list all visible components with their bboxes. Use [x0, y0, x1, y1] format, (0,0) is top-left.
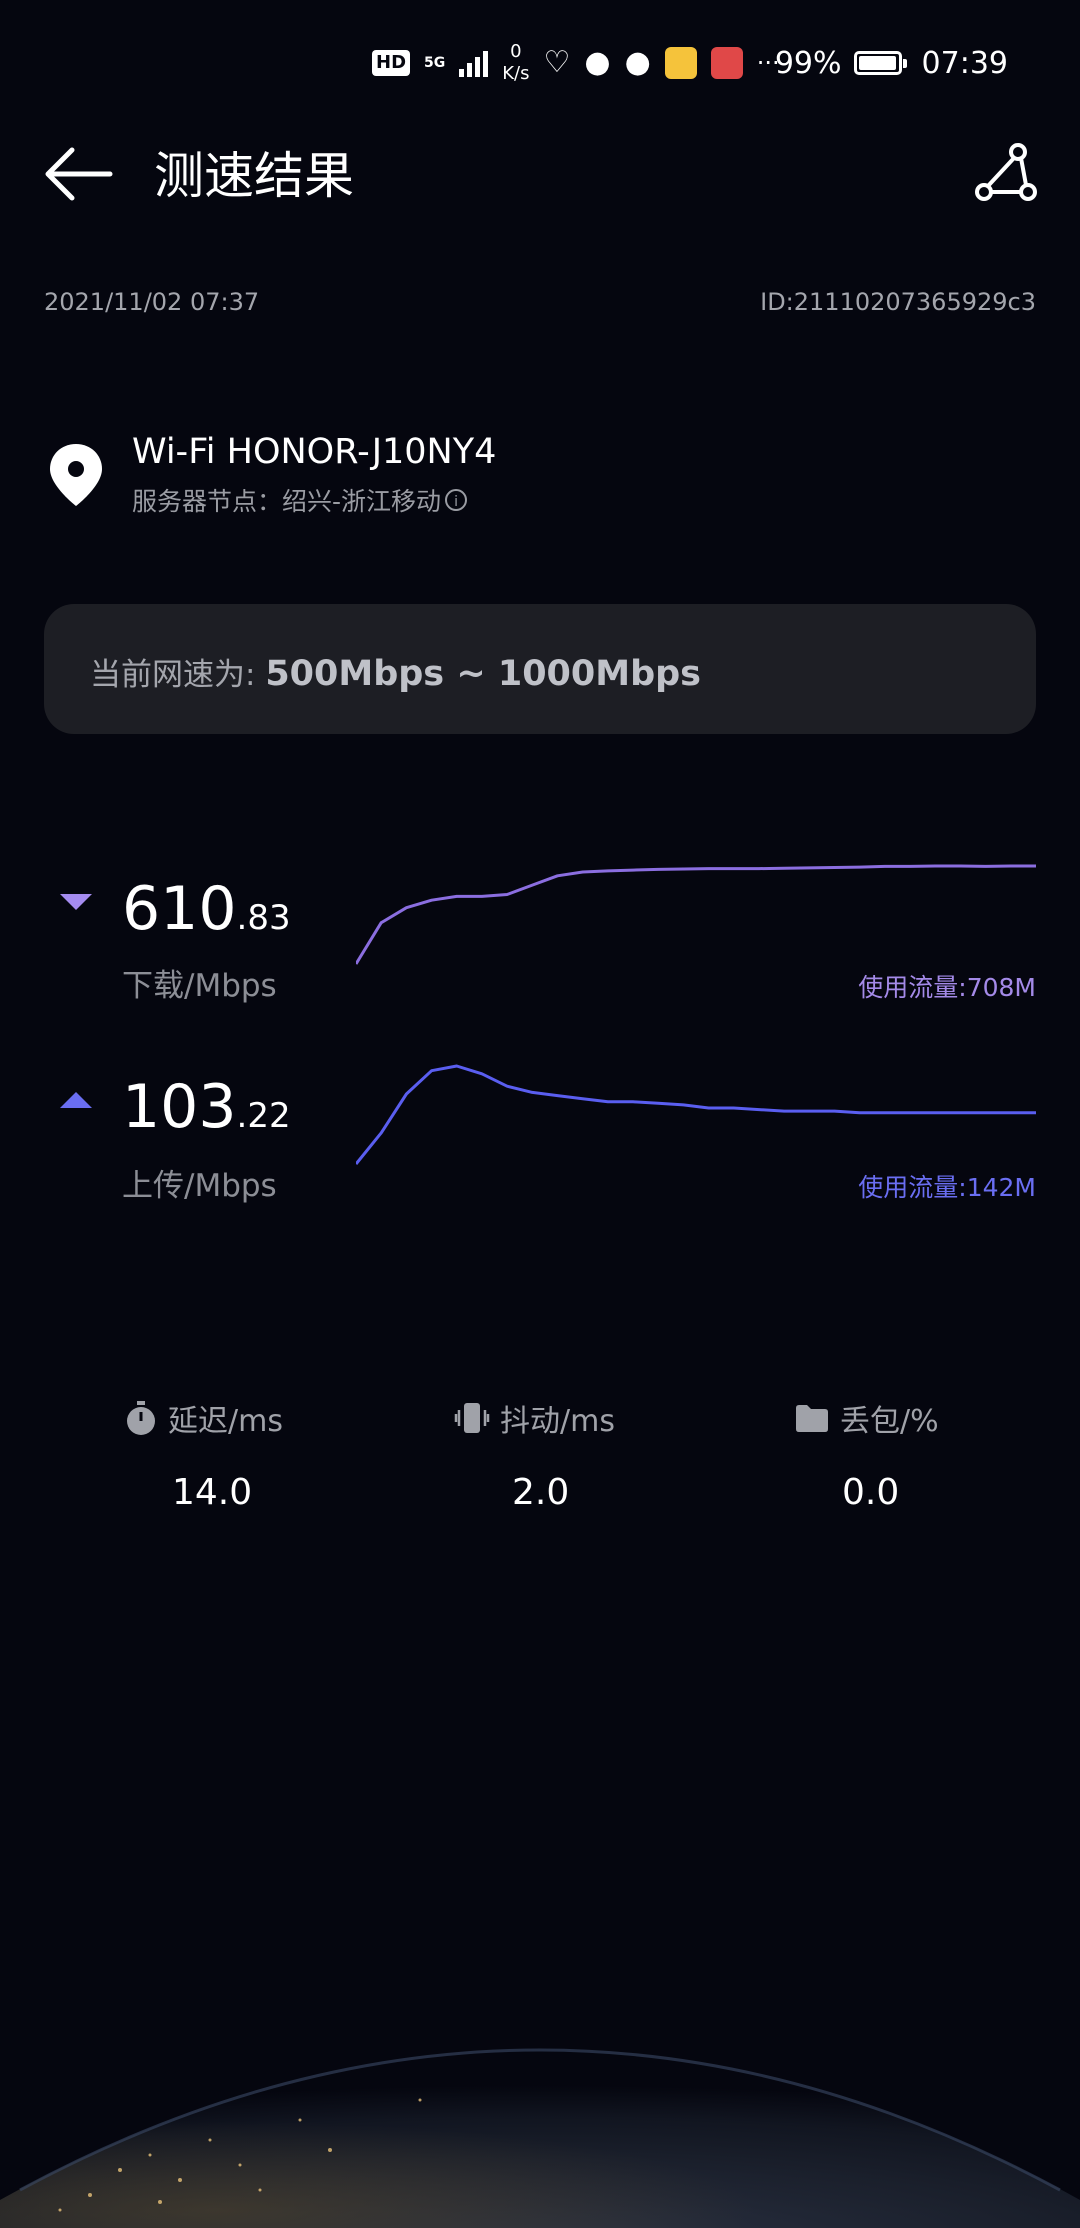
upload-speed-int: 103	[122, 1072, 237, 1142]
upload-speed: 103.22	[122, 1072, 291, 1157]
back-arrow-icon[interactable]	[44, 144, 114, 204]
signal-icon	[459, 49, 489, 77]
test-datetime: 2021/11/02 07:37	[44, 288, 260, 316]
ul-chart-line	[356, 1064, 1036, 1165]
clock: 07:39	[921, 45, 1008, 81]
download-arrow-icon	[60, 894, 92, 910]
message-icon: ●	[624, 45, 651, 80]
latency-value: 14.0	[172, 1472, 253, 1513]
net-speed-value: 0	[510, 41, 522, 62]
status-bar: HD 5G 0 K/s ♡ ● ● ··· 99% 07:39	[0, 0, 1080, 120]
net-speed-unit: K/s	[502, 63, 530, 84]
status-icons: HD 5G 0 K/s ♡ ● ● ···	[372, 40, 780, 86]
download-speed-int: 610	[122, 874, 237, 944]
stopwatch-icon	[127, 1401, 155, 1435]
jitter-value: 2.0	[512, 1472, 570, 1513]
loss-stat: 丢包/% 0.0	[794, 1396, 1080, 1513]
earth-image	[0, 2048, 1080, 2228]
loss-value: 0.0	[842, 1472, 900, 1513]
health-icon: ♡	[543, 45, 571, 80]
loss-header: 丢包/%	[794, 1396, 1080, 1440]
app-notification-icon	[710, 47, 743, 79]
upload-arrow-icon	[60, 1092, 92, 1108]
quality-stats: 延迟/ms 14.0 抖动/ms 2.0 丢包/% 0.0	[0, 1396, 1080, 1526]
server-node-text: 服务器节点：绍兴-浙江移动	[132, 487, 442, 516]
hd-icon: HD	[372, 50, 411, 76]
download-speed: 610.83	[122, 874, 291, 959]
jitter-label: 抖动/ms	[500, 1404, 615, 1439]
share-icon[interactable]	[974, 142, 1038, 206]
battery-percent: 99%	[774, 45, 842, 81]
download-usage: 使用流量:708M	[858, 973, 1036, 1002]
wechat-icon: ●	[584, 45, 611, 80]
jitter-header: 抖动/ms	[454, 1396, 784, 1440]
jitter-stat: 抖动/ms 2.0	[454, 1396, 784, 1513]
network-type: 5G	[424, 55, 446, 71]
weibo-icon	[664, 47, 697, 79]
wifi-ssid: Wi-Fi HONOR-J10NY4	[132, 432, 497, 472]
upload-unit: 上传/Mbps	[122, 1168, 277, 1204]
vibrate-icon	[454, 1403, 490, 1433]
speed-range-value: 500Mbps ~ 1000Mbps	[265, 654, 702, 694]
folder-icon	[796, 1405, 828, 1432]
speed-range: 当前网速为: 500Mbps ~ 1000Mbps	[90, 649, 701, 694]
speed-range-label: 当前网速为:	[90, 657, 266, 693]
test-id: ID:21110207365929c3	[760, 288, 1036, 316]
net-speed: 0 K/s	[502, 41, 529, 85]
battery-icon	[853, 51, 907, 75]
latency-header: 延迟/ms	[124, 1396, 454, 1440]
dl-chart-line	[356, 864, 1036, 965]
battery-fill	[858, 56, 897, 70]
latency-label: 延迟/ms	[168, 1404, 283, 1439]
upload-speed-dec: .22	[236, 1096, 291, 1136]
loss-label: 丢包/%	[840, 1404, 939, 1439]
download-speed-dec: .83	[236, 898, 291, 938]
location-pin-icon	[50, 444, 102, 506]
info-icon[interactable]: i	[445, 489, 468, 511]
download-unit: 下载/Mbps	[122, 968, 277, 1004]
server-node: 服务器节点：绍兴-浙江移动 i	[132, 482, 468, 518]
upload-usage: 使用流量:142M	[858, 1173, 1036, 1202]
upload-chart	[356, 1064, 1036, 1165]
latency-stat: 延迟/ms 14.0	[124, 1396, 454, 1513]
page-title: 测速结果	[154, 147, 354, 205]
speed-range-card: 当前网速为: 500Mbps ~ 1000Mbps	[44, 604, 1036, 734]
status-right: 99% 07:39	[775, 40, 1008, 86]
download-chart	[356, 864, 1036, 965]
